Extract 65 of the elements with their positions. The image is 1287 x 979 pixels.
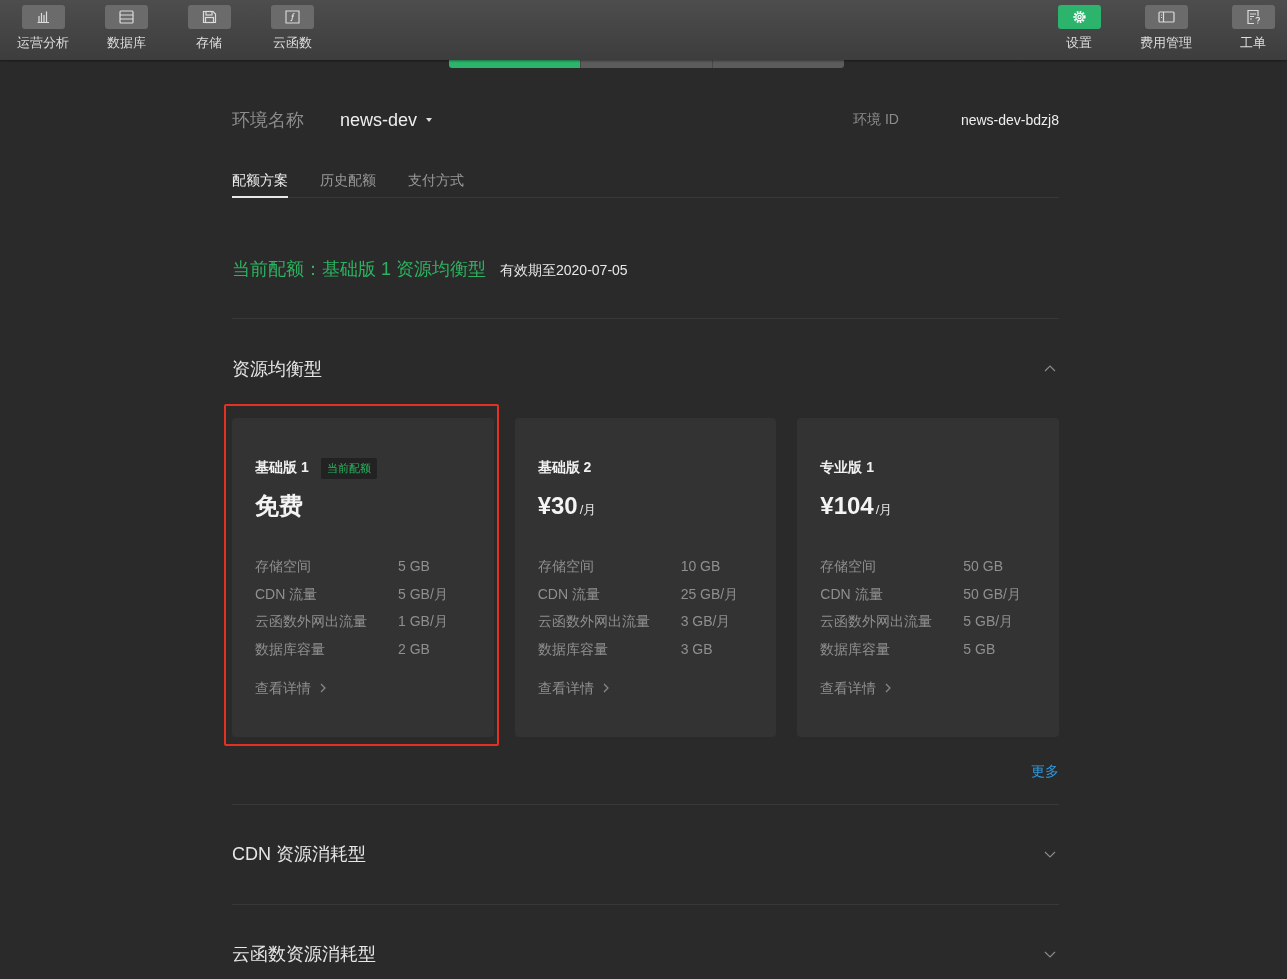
spec-label: 存储空间 xyxy=(537,557,595,576)
tab[interactable]: 支付方式 xyxy=(408,170,464,198)
plan-card[interactable]: 基础版 2 ¥30/月 存储空间 10 GB CDN 流量 25 GB/月 云函数外网出流量 3 GB/月 数据库容量 3 GB 查看详情 xyxy=(514,418,777,737)
spec-value: 50 GB xyxy=(963,557,1005,576)
chevron-down-icon[interactable] xyxy=(1044,850,1056,858)
price-unit: /月 xyxy=(579,501,597,519)
more-link[interactable]: 更多 xyxy=(1031,760,1059,781)
toolbar-button[interactable]: 运营分析 xyxy=(6,0,80,60)
spec-value: 5 GB/月 xyxy=(963,612,1015,631)
toolbar-button[interactable]: 数据库 xyxy=(89,0,163,60)
expiry-date: 有效期至2020-07-05 xyxy=(500,262,628,280)
spec-value: 1 GB/月 xyxy=(398,612,449,631)
spec-label: CDN 流量 xyxy=(820,584,884,604)
toolbar-button[interactable]: 设置 xyxy=(1048,0,1110,60)
spec-value: 3 GB xyxy=(680,639,714,659)
environment-id: news-dev-bdzj8 xyxy=(960,112,1059,128)
caret-icon xyxy=(426,118,433,122)
tab[interactable]: 配额方案 xyxy=(232,170,288,198)
spec-label: 存储空间 xyxy=(820,557,878,576)
toolbar-button[interactable]: 云函数 xyxy=(255,0,329,60)
current-quota: 当前配额：基础版 1 资源均衡型 xyxy=(232,258,486,281)
spec-label: 数据库容量 xyxy=(820,639,892,659)
details-link[interactable]: 查看详情 xyxy=(820,677,892,698)
environment-id-label: 环境 ID xyxy=(853,111,899,129)
toolbar-button[interactable]: 存储 xyxy=(172,0,246,60)
spec-value: 10 GB xyxy=(680,557,722,576)
tab[interactable]: 历史配额 xyxy=(320,170,376,198)
chevron-up-icon[interactable] xyxy=(1044,365,1056,372)
spec-value: 50 GB/月 xyxy=(963,584,1022,604)
spec-value: 25 GB/月 xyxy=(680,584,740,604)
environment-label: 环境名称 xyxy=(232,109,304,132)
spec-value: 5 GB/月 xyxy=(398,584,449,604)
spec-label: 数据库容量 xyxy=(537,639,609,659)
spec-label: 云函数外网出流量 xyxy=(255,612,368,631)
plan-price: ¥104 xyxy=(820,491,874,521)
current-plan-badge: 当前配额 xyxy=(320,457,377,479)
spec-label: 云函数外网出流量 xyxy=(820,612,934,631)
plan-price: 免费 xyxy=(255,491,303,521)
spec-label: 数据库容量 xyxy=(255,639,326,659)
plan-name: 专业版 1 xyxy=(820,459,874,477)
chevron-right-icon xyxy=(602,682,609,693)
chevron-down-icon[interactable] xyxy=(1044,950,1056,958)
chevron-right-icon xyxy=(320,682,326,693)
plan-name: 基础版 1 xyxy=(255,459,309,477)
toolbar-button[interactable]: 工单 xyxy=(1222,0,1284,60)
spec-value: 3 GB/月 xyxy=(680,612,732,631)
plan-price: ¥30 xyxy=(537,491,578,521)
details-link[interactable]: 查看详情 xyxy=(255,677,326,698)
plan-card[interactable]: 专业版 1 ¥104/月 存储空间 50 GB CDN 流量 50 GB/月 云函数外网出流量 5 GB/月 数据库容量 5 GB 查看详情 xyxy=(797,418,1059,737)
section-title: 资源均衡型 xyxy=(232,357,322,381)
chevron-right-icon xyxy=(885,682,892,693)
spec-value: 5 GB xyxy=(398,557,431,576)
toolbar-button[interactable]: 费用管理 xyxy=(1135,0,1197,60)
spec-label: 云函数外网出流量 xyxy=(537,612,651,631)
price-unit: /月 xyxy=(875,501,893,519)
section-title: CDN 资源消耗型 xyxy=(232,843,366,866)
spec-label: 存储空间 xyxy=(255,557,312,576)
spec-label: CDN 流量 xyxy=(255,584,319,604)
plan-name: 基础版 2 xyxy=(537,459,592,477)
spec-value: 2 GB xyxy=(398,639,431,659)
spec-label: CDN 流量 xyxy=(537,584,601,604)
details-link[interactable]: 查看详情 xyxy=(537,677,609,698)
section-title: 云函数资源消耗型 xyxy=(232,943,376,966)
environment-select[interactable]: news-dev xyxy=(340,109,433,131)
spec-value: 5 GB xyxy=(963,639,997,659)
